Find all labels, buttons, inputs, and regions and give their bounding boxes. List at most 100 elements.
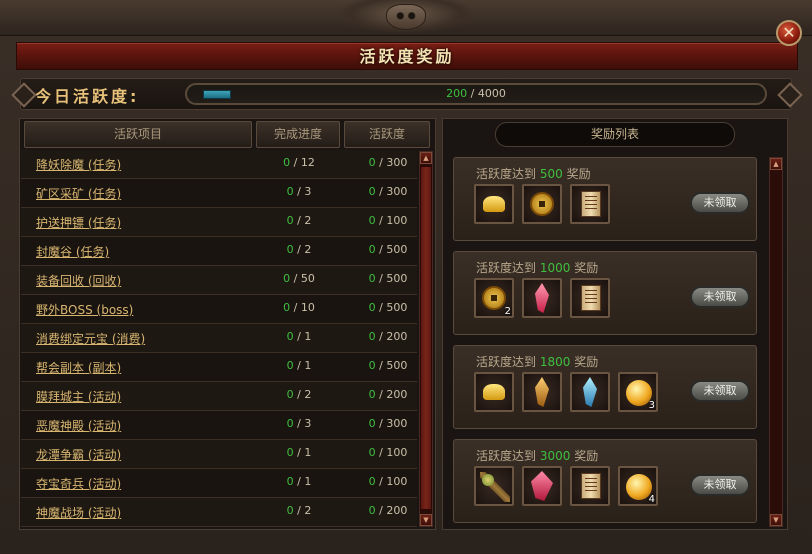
reward-item-quantity: 3 [648,400,655,411]
claim-button[interactable]: 未领取 [690,286,750,308]
blue-crystal-icon [572,374,608,410]
task-row: 帮会副本 (副本) 0 / 10 / 500 [21,353,417,382]
task-progress-done: 0 [283,301,291,314]
task-list-panel: 活跃项目 完成进度 活跃度 降妖除魔 (任务) 0 / 12 0 / 300 矿区采矿… [19,118,436,530]
task-progress-total: 3 [304,417,312,430]
task-name-link[interactable]: 装备回收 (回收) [36,272,121,289]
reward-threshold: 500 [539,167,563,181]
task-activity-current: 0 [368,417,376,430]
task-progress-done: 0 [286,330,294,343]
task-progress-total: 2 [304,214,312,227]
task-name-link[interactable]: 夺宝奇兵 (活动) [36,475,121,492]
task-list-scrollbar[interactable]: ▲ ▼ [419,151,433,527]
task-activity-max: 500 [386,301,408,314]
activity-progress-bar: 200 / 4000 [185,83,767,105]
reward-item-slot[interactable] [474,372,514,412]
claim-button[interactable]: 未领取 [690,380,750,402]
reward-item-slot[interactable] [570,184,610,224]
task-name-link[interactable]: 矿区采矿 (任务) [36,185,121,202]
scroll-icon [572,468,608,504]
reward-item-slot[interactable] [474,466,514,506]
reward-item-slot[interactable]: 3 [618,372,658,412]
task-name-link[interactable]: 降妖除魔 (任务) [36,156,121,173]
red-crystal-cluster-icon [524,468,560,504]
activity-reward-window: 活跃度奖励 ✕ 今日活跃度: 200 / 4000 活跃项目 完成进度 活跃度 … [0,0,812,554]
task-activity-separator: / [379,359,383,372]
task-name-link[interactable]: 龙潭争霸 (活动) [36,446,121,463]
claim-button[interactable]: 未领取 [690,192,750,214]
task-name-link[interactable]: 恶魔神殿 (活动) [36,417,121,434]
task-activity-separator: / [379,156,383,169]
scroll-up-arrow-icon[interactable]: ▲ [420,152,432,164]
task-activity-current: 0 [368,301,376,314]
task-rows: 降妖除魔 (任务) 0 / 12 0 / 300 矿区采矿 (任务) 0 / 30 / … [20,150,420,530]
task-activity-current: 0 [368,330,376,343]
task-progress-total: 2 [304,243,312,256]
task-row: 膜拜城主 (活动) 0 / 20 / 200 [21,382,417,411]
scroll-icon [572,280,608,316]
task-activity-max: 500 [386,272,408,285]
task-progress-done: 0 [286,214,294,227]
close-button[interactable]: ✕ [776,20,802,46]
task-progress-total: 1 [304,475,312,488]
title-bar: 活跃度奖励 [16,42,798,70]
task-name-link[interactable]: 野外BOSS (boss) [36,301,133,318]
task-activity-current: 0 [368,156,376,169]
scroll-thumb[interactable] [420,166,432,510]
claim-button[interactable]: 未领取 [690,474,750,496]
task-progress: 0 / 1 [257,475,341,488]
task-name-link[interactable]: 膜拜城主 (活动) [36,388,121,405]
gold-ingot-icon [476,374,512,410]
reward-title-suffix: 奖励 [574,355,599,369]
task-activity-current: 0 [368,243,376,256]
reward-cards: 活跃度达到 500 奖励 未领取 活跃度达到 1000 奖励 2 未领取 活跃度达到 18… [443,119,763,529]
task-activity-current: 0 [368,185,376,198]
task-progress-separator: / [293,301,298,314]
reward-item-slot[interactable] [522,372,562,412]
task-row: 神魔战场 (活动) 0 / 20 / 200 [21,498,417,527]
task-name-link[interactable]: 消费绑定元宝 (消费) [36,330,145,347]
reward-card: 活跃度达到 1000 奖励 2 未领取 [453,251,757,335]
task-activity-separator: / [379,417,383,430]
reward-item-slot[interactable] [522,278,562,318]
task-activity-max: 200 [386,388,408,401]
task-progress-total: 10 [300,301,315,314]
scroll-down-arrow-icon[interactable]: ▼ [770,514,782,526]
task-name-link[interactable]: 神魔战场 (活动) [36,504,121,521]
task-progress-separator: / [297,388,301,401]
reward-list-scrollbar[interactable]: ▲ ▼ [769,157,783,527]
task-progress-done: 0 [286,185,294,198]
task-activity-max: 200 [386,504,408,517]
task-progress-total: 3 [304,185,312,198]
reward-title-prefix: 活跃度达到 [476,355,537,369]
scroll-up-arrow-icon[interactable]: ▲ [770,158,782,170]
task-progress-done: 0 [286,475,294,488]
task-progress-separator: / [293,272,298,285]
reward-threshold: 1800 [539,355,571,369]
reward-card-title: 活跃度达到 3000 奖励 [476,447,598,464]
task-name-link[interactable]: 封魔谷 (任务) [36,243,109,260]
window-title: 活跃度奖励 [359,47,455,66]
task-row: 装备回收 (回收) 0 / 50 0 / 500 [21,266,417,295]
scroll-down-arrow-icon[interactable]: ▼ [420,514,432,526]
reward-item-slot[interactable]: 2 [474,278,514,318]
task-name-link[interactable]: 护送押镖 (任务) [36,214,121,231]
activity-summary: 今日活跃度: 200 / 4000 [11,78,803,110]
task-progress-total: 2 [304,504,312,517]
reward-item-slot[interactable] [570,372,610,412]
task-activity-current: 0 [368,214,376,227]
task-row: 龙潭争霸 (活动) 0 / 10 / 100 [21,440,417,469]
reward-item-slot[interactable] [570,278,610,318]
task-progress-separator: / [297,214,301,227]
task-progress-separator: / [297,185,301,198]
reward-item-slot[interactable] [522,184,562,224]
task-progress-done: 0 [286,359,294,372]
task-progress-separator: / [297,446,301,459]
gold-ingot-icon [476,186,512,222]
reward-item-slot[interactable] [522,466,562,506]
reward-item-slot[interactable] [474,184,514,224]
reward-item-slot[interactable]: 4 [618,466,658,506]
task-activity-separator: / [379,214,383,227]
reward-item-slot[interactable] [570,466,610,506]
task-name-link[interactable]: 帮会副本 (副本) [36,359,121,376]
